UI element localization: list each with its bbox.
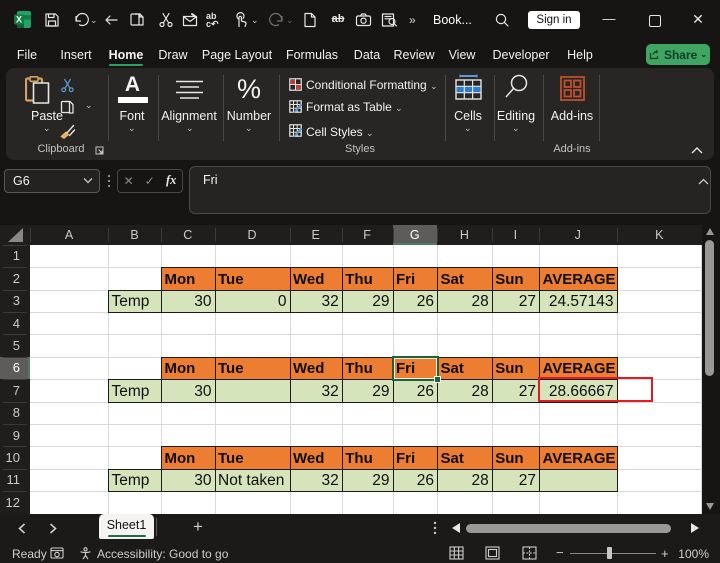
- svg-text:X: X: [16, 15, 22, 25]
